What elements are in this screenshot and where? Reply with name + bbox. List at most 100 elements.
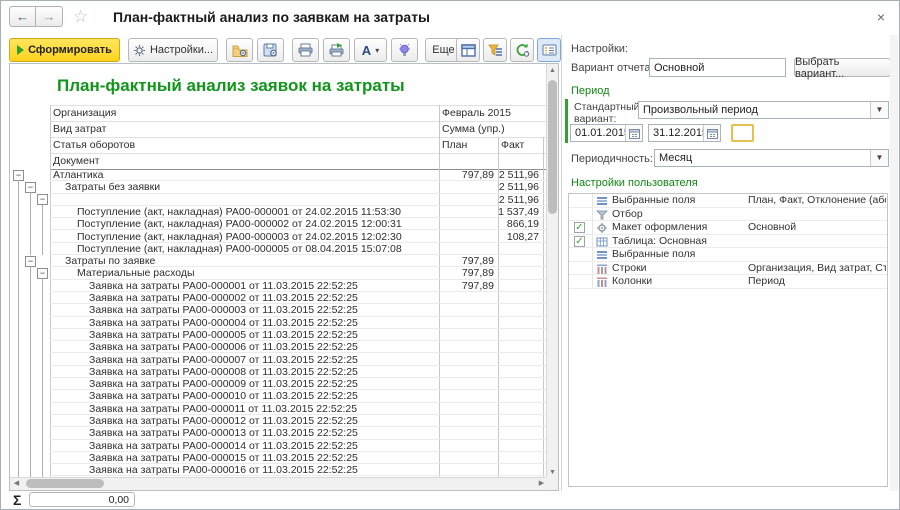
user-setting-row[interactable]: ✓Таблица: Основная	[569, 235, 887, 249]
report-cell-plan[interactable]: 797,89	[439, 255, 498, 267]
report-cell-fact[interactable]	[498, 317, 543, 329]
report-cell-plan[interactable]	[439, 292, 498, 304]
report-cell-document[interactable]: Поступление (акт, накладная) РА00-000003…	[50, 231, 439, 243]
open-variant-button[interactable]	[226, 38, 253, 62]
report-cell-document[interactable]: Заявка на затраты РА00-000006 от 11.03.2…	[50, 341, 439, 353]
report-row[interactable]: Затраты без заявки 2 511,96	[50, 181, 548, 193]
user-setting-row[interactable]: Отбор	[569, 208, 887, 222]
report-row[interactable]: Поступление (акт, накладная) РА00-000001…	[50, 206, 548, 218]
report-row[interactable]: Заявка на затраты РА00-000005 от 11.03.2…	[50, 329, 548, 341]
user-setting-row[interactable]: КолонкиПериод	[569, 275, 887, 289]
report-row[interactable]: Заявка на затраты РА00-000015 от 11.03.2…	[50, 452, 548, 464]
report-cell-fact[interactable]: 866,19	[498, 218, 543, 230]
refresh-button[interactable]	[510, 38, 534, 62]
comparison-period-button[interactable]	[731, 124, 754, 142]
highlight-button[interactable]	[391, 38, 418, 62]
report-cell-plan[interactable]	[439, 243, 498, 255]
scroll-up-icon[interactable]: ▲	[547, 64, 558, 77]
report-cell-document[interactable]: Заявка на затраты РА00-000011 от 11.03.2…	[50, 403, 439, 415]
report-cell-fact[interactable]: 1 537,49	[498, 206, 543, 218]
report-cell-fact[interactable]	[498, 304, 543, 316]
report-cell-plan[interactable]	[439, 354, 498, 366]
report-cell-document[interactable]: Заявка на затраты РА00-000004 от 11.03.2…	[50, 317, 439, 329]
report-cell-fact[interactable]	[498, 440, 543, 452]
report-cell-document[interactable]: Затраты без заявки	[50, 181, 439, 193]
report-cell-document[interactable]: Заявка на затраты РА00-000008 от 11.03.2…	[50, 366, 439, 378]
report-header-document[interactable]: Документ	[53, 153, 100, 169]
choose-variant-button[interactable]: Выбрать вариант...	[794, 58, 891, 77]
horizontal-scrollbar[interactable]: ◀ ▶	[10, 477, 548, 490]
chevron-down-icon[interactable]: ▼	[870, 102, 888, 118]
user-settings-section-header[interactable]: Настройки пользователя	[571, 177, 698, 189]
generate-button[interactable]: Сформировать	[9, 38, 120, 62]
report-cell-plan[interactable]	[439, 181, 498, 193]
report-row[interactable]: Поступление (акт, накладная) РА00-000002…	[50, 218, 548, 230]
forward-button[interactable]: →	[36, 6, 63, 27]
user-setting-checkbox[interactable]: ✓	[574, 236, 585, 247]
scroll-left-icon[interactable]: ◀	[10, 478, 23, 490]
report-cell-plan[interactable]	[439, 218, 498, 230]
report-row[interactable]: Поступление (акт, накладная) РА00-000003…	[50, 231, 548, 243]
report-cell-fact[interactable]: 2 511,96	[498, 169, 543, 181]
report-cell-plan[interactable]	[439, 194, 498, 206]
report-row[interactable]: Заявка на затраты РА00-000016 от 11.03.2…	[50, 464, 548, 476]
report-cell-plan[interactable]	[439, 464, 498, 476]
collapse-toggle[interactable]: −	[37, 268, 48, 279]
report-cell-document[interactable]: Затраты по заявке	[50, 255, 439, 267]
report-cell-fact[interactable]	[498, 427, 543, 439]
report-cell-plan[interactable]	[439, 452, 498, 464]
panel-scrollbar[interactable]	[890, 35, 898, 491]
toggle-settings-panel-button[interactable]	[537, 38, 561, 62]
report-header-organization[interactable]: Организация	[53, 105, 116, 121]
favorite-star-icon[interactable]: ☆	[73, 7, 88, 27]
report-cell-plan[interactable]	[439, 403, 498, 415]
report-row[interactable]: Атлантика797,892 511,96	[50, 169, 548, 181]
report-row[interactable]: Поступление (акт, накладная) РА00-000005…	[50, 243, 548, 255]
report-cell-document[interactable]: Заявка на затраты РА00-000012 от 11.03.2…	[50, 415, 439, 427]
report-cell-document[interactable]: Поступление (акт, накладная) РА00-000002…	[50, 218, 439, 230]
report-cell-fact[interactable]	[498, 403, 543, 415]
report-cell-document[interactable]: Заявка на затраты РА00-000001 от 11.03.2…	[50, 280, 439, 292]
report-cell-plan[interactable]	[439, 366, 498, 378]
sum-value-field[interactable]	[29, 492, 135, 507]
report-cell-fact[interactable]	[498, 415, 543, 427]
font-size-button[interactable]: A ▾	[354, 38, 387, 62]
report-row[interactable]: Материальные расходы797,89	[50, 267, 548, 279]
chevron-down-icon[interactable]: ▼	[870, 150, 888, 166]
report-cell-fact[interactable]	[498, 366, 543, 378]
report-cell-plan[interactable]	[439, 231, 498, 243]
report-cell-plan[interactable]	[439, 427, 498, 439]
report-cell-plan[interactable]	[439, 390, 498, 402]
report-cell-document[interactable]: Заявка на затраты РА00-000015 от 11.03.2…	[50, 452, 439, 464]
show-table-headers-button[interactable]	[456, 38, 480, 62]
user-setting-row[interactable]: ✓Макет оформленияОсновной	[569, 221, 887, 235]
report-cell-fact[interactable]	[498, 255, 543, 267]
report-cell-fact[interactable]: 108,27	[498, 231, 543, 243]
vertical-scrollbar[interactable]: ▲ ▼	[546, 64, 558, 479]
report-row[interactable]: Заявка на затраты РА00-000010 от 11.03.2…	[50, 390, 548, 402]
report-cell-fact[interactable]	[498, 292, 543, 304]
print-button[interactable]	[292, 38, 319, 62]
report-cell-document[interactable]: Заявка на затраты РА00-000013 от 11.03.2…	[50, 427, 439, 439]
report-cell-document[interactable]	[50, 194, 439, 206]
report-row[interactable]: Заявка на затраты РА00-000004 от 11.03.2…	[50, 317, 548, 329]
report-cell-fact[interactable]	[498, 464, 543, 476]
report-cell-document[interactable]: Заявка на затраты РА00-000003 от 11.03.2…	[50, 304, 439, 316]
report-row[interactable]: Заявка на затраты РА00-000001 от 11.03.2…	[50, 280, 548, 292]
report-cell-plan[interactable]: 797,89	[439, 169, 498, 181]
report-cell-document[interactable]: Поступление (акт, накладная) РА00-000005…	[50, 243, 439, 255]
report-cell-fact[interactable]	[498, 452, 543, 464]
variant-input[interactable]	[649, 58, 786, 77]
report-cell-plan[interactable]: 797,89	[439, 267, 498, 279]
report-row[interactable]: Заявка на затраты РА00-000008 от 11.03.2…	[50, 366, 548, 378]
report-header-turnover-item[interactable]: Статья оборотов	[53, 137, 135, 153]
report-cell-document[interactable]: Заявка на затраты РА00-000007 от 11.03.2…	[50, 354, 439, 366]
report-header-fact[interactable]: Факт	[501, 137, 524, 153]
user-setting-row[interactable]: СтрокиОрганизация, Вид затрат, Ста...	[569, 262, 887, 276]
horizontal-scrollbar-thumb[interactable]	[26, 479, 104, 488]
report-cell-plan[interactable]: 797,89	[439, 280, 498, 292]
report-row[interactable]: Заявка на затраты РА00-000007 от 11.03.2…	[50, 354, 548, 366]
back-button[interactable]: ←	[9, 6, 36, 27]
report-cell-fact[interactable]	[498, 390, 543, 402]
report-cell-fact[interactable]: 2 511,96	[498, 181, 543, 193]
